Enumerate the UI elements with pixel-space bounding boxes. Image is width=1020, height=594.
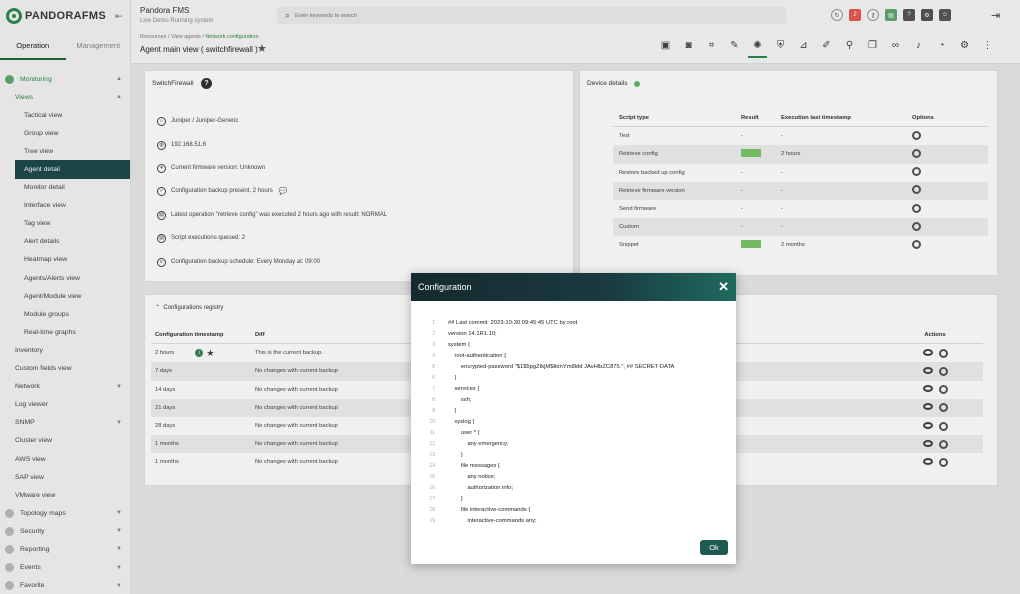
code-line: 17 }: [420, 493, 725, 504]
code-line: 13 }: [420, 449, 725, 460]
code-text: }: [448, 451, 463, 458]
line-number: 12: [429, 440, 435, 447]
code-line: 6 }: [420, 372, 725, 383]
line-number: 4: [432, 352, 435, 359]
code-line: 16 authorization info;: [420, 482, 725, 493]
code-text: }: [448, 374, 457, 381]
code-text: user * {: [448, 429, 480, 436]
code-text: }: [448, 495, 463, 502]
line-number: 5: [432, 363, 435, 370]
code-text: services {: [448, 385, 480, 392]
code-text: interactive-commands any;: [448, 517, 537, 524]
line-number: 17: [429, 495, 435, 502]
line-number: 1: [432, 319, 435, 326]
line-number: 6: [432, 374, 435, 381]
code-text: syslog {: [448, 418, 475, 425]
code-line: 10 syslog {: [420, 416, 725, 427]
close-icon[interactable]: ✕: [718, 279, 729, 295]
code-text: any notice;: [448, 473, 496, 480]
code-line: 7 services {: [420, 383, 725, 394]
code-text: system {: [448, 341, 470, 348]
line-number: 19: [429, 517, 435, 524]
line-number: 13: [429, 451, 435, 458]
line-number: 7: [432, 385, 435, 392]
config-code-view[interactable]: 1 ## Last commit: 2023-10-30 09:45:45 UTC…: [420, 317, 725, 527]
code-text: authorization info;: [448, 484, 514, 491]
code-line: 4 root-authentication {: [420, 350, 725, 361]
code-line: 15 any notice;: [420, 471, 725, 482]
line-number: 11: [429, 429, 435, 436]
line-number: 18: [429, 506, 435, 513]
code-line: 8 ssh;: [420, 394, 725, 405]
ok-button[interactable]: Ok: [700, 540, 728, 555]
code-line: 5 encrypted-password "$1$5pgZtkjM$tktnYm…: [420, 361, 725, 372]
code-line: 11 user * {: [420, 427, 725, 438]
code-line: 18 file interactive-commands {: [420, 504, 725, 515]
line-number: 14: [429, 462, 435, 469]
code-line: 1 ## Last commit: 2023-10-30 09:45:45 UTC…: [420, 317, 725, 328]
code-text: root-authentication {: [448, 352, 507, 359]
code-text: }: [448, 407, 457, 414]
code-line: 3 system {: [420, 339, 725, 350]
code-line: 9 }: [420, 405, 725, 416]
code-text: encrypted-password "$1$5pgZtkjM$tktnYm8l…: [448, 363, 675, 370]
configuration-dialog: Configuration ✕ 1 ## Last commit: 2023-10…: [411, 273, 736, 564]
dialog-title: Configuration: [418, 282, 472, 292]
code-text: ssh;: [448, 396, 472, 403]
code-text: version 14.1R1.10;: [448, 330, 497, 337]
code-text: file interactive-commands {: [448, 506, 531, 513]
line-number: 10: [429, 418, 435, 425]
line-number: 15: [429, 473, 435, 480]
line-number: 3: [432, 341, 435, 348]
line-number: 16: [429, 484, 435, 491]
code-text: any emergency;: [448, 440, 509, 447]
dialog-header: Configuration ✕: [411, 273, 736, 301]
code-line: 12 any emergency;: [420, 438, 725, 449]
code-line: 2 version 14.1R1.10;: [420, 328, 725, 339]
code-text: ## Last commit: 2023-10-30 09:45:45 UTC …: [448, 319, 578, 326]
line-number: 8: [432, 396, 435, 403]
line-number: 9: [432, 407, 435, 414]
code-text: file messages {: [448, 462, 500, 469]
code-line: 19 interactive-commands any;: [420, 515, 725, 526]
code-line: 14 file messages {: [420, 460, 725, 471]
line-number: 2: [432, 330, 435, 337]
